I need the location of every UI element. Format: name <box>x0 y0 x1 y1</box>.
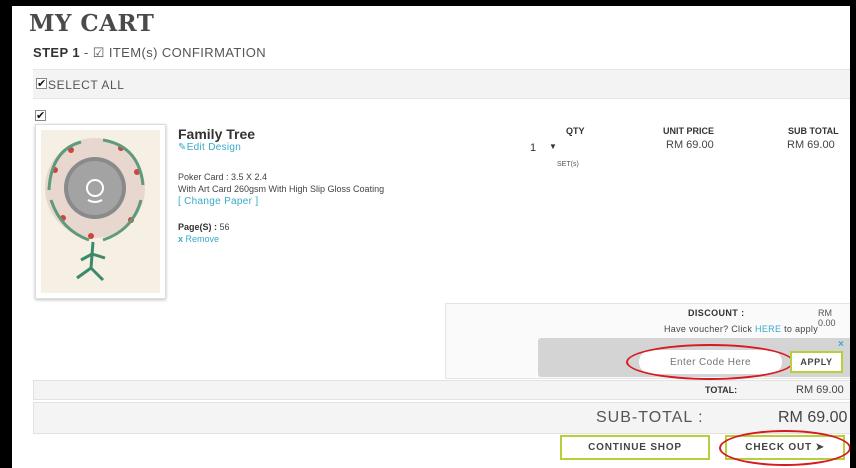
change-paper-link[interactable]: [ Change Paper ] <box>178 196 258 207</box>
remove-link[interactable]: x Remove <box>178 234 219 244</box>
edit-icon: ✎ <box>178 142 187 153</box>
highlight-ring-code <box>626 344 794 380</box>
item-checkbox[interactable]: ✔ <box>35 110 46 121</box>
step-indicator: STEP 1 - ☑ ITEM(s) CONFIRMATION <box>33 45 266 61</box>
qty-select[interactable]: 1 ▼ <box>528 142 558 156</box>
total-label: TOTAL: <box>705 385 738 395</box>
subtotal-label: SUB-TOTAL : <box>596 409 704 426</box>
family-tree-illustration <box>45 138 145 282</box>
item-sub-total: RM 69.00 <box>787 139 835 151</box>
product-size: Poker Card : 3.5 X 2.4 <box>178 172 268 182</box>
voucher-here-link[interactable]: HERE <box>755 324 781 334</box>
continue-shop-button[interactable]: CONTINUE SHOP <box>560 435 710 460</box>
unit-price: RM 69.00 <box>666 139 714 151</box>
highlight-ring-checkout <box>719 430 850 466</box>
product-paper: With Art Card 260gsm With High Slip Glos… <box>178 184 385 194</box>
page-title: MY CART <box>29 10 155 37</box>
close-icon[interactable]: × <box>838 339 844 350</box>
sub-total-header: SUB TOTAL <box>788 126 839 136</box>
subtotal-row: SUB-TOTAL : RM 69.00 <box>33 402 850 434</box>
chevron-down-icon: ▼ <box>549 142 557 151</box>
qty-header: QTY <box>566 126 585 136</box>
qty-unit: SET(s) <box>557 161 579 168</box>
voucher-text: Have voucher? Click HERE to apply <box>664 324 818 334</box>
discount-value: RM 0.00 <box>818 308 836 328</box>
select-all-checkbox[interactable]: ✔ <box>36 78 47 89</box>
select-all-label[interactable]: SELECT ALL <box>48 78 125 92</box>
apply-button[interactable]: APPLY <box>790 351 843 373</box>
subtotal-value: RM 69.00 <box>778 409 848 426</box>
page-count: Page(S) : 56 <box>178 222 230 232</box>
step-separator: - <box>79 45 93 60</box>
select-all-bar: ✔ SELECT ALL <box>33 69 850 99</box>
edit-design-link[interactable]: ✎Edit Design <box>178 142 241 153</box>
cart-page: MY CART STEP 1 - ☑ ITEM(s) CONFIRMATION … <box>12 6 850 468</box>
product-thumbnail[interactable] <box>35 124 166 299</box>
discount-label: DISCOUNT : <box>688 308 745 318</box>
product-name: Family Tree <box>178 126 256 142</box>
checkbox-checked-icon: ☑ <box>92 45 105 60</box>
total-row: TOTAL: RM 69.00 <box>33 380 850 400</box>
total-value: RM 69.00 <box>796 384 844 396</box>
unit-price-header: UNIT PRICE <box>663 126 715 136</box>
step-label: STEP 1 <box>33 45 80 60</box>
remove-icon: x <box>178 234 184 244</box>
step-text: ITEM(s) CONFIRMATION <box>108 45 267 60</box>
